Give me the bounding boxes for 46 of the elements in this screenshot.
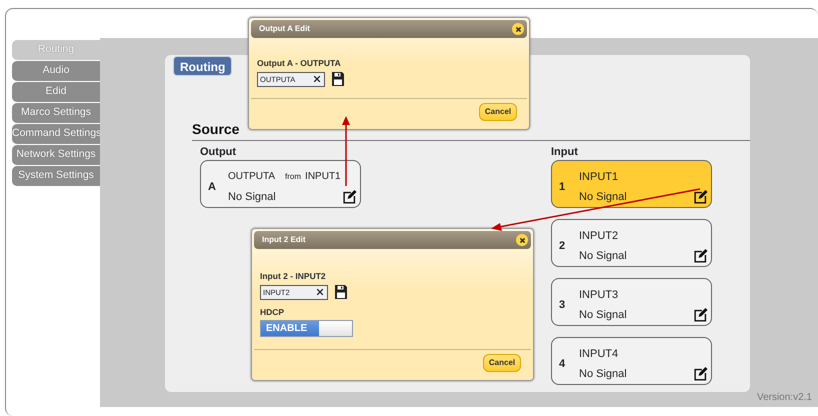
field-label: Output A - OUTPUTA [257, 58, 342, 68]
version-label: Version:v2.1 [756, 391, 812, 405]
save-icon[interactable] [334, 284, 348, 300]
column-heading: Input [551, 146, 579, 159]
hdcp-label: HDCP [260, 307, 286, 317]
signal-status: No Signal [579, 367, 627, 382]
input-card[interactable]: 4 INPUT4 No Signal [551, 337, 712, 385]
field-label: Input 2 - INPUT2 [260, 271, 327, 281]
section-title: Source [192, 120, 240, 138]
input-name: INPUT3 [579, 288, 618, 303]
input-number: 1 [559, 180, 566, 195]
input-name: INPUT1 [579, 170, 618, 185]
signal-status: No Signal [579, 308, 627, 323]
edit-icon[interactable] [693, 366, 708, 381]
input-card[interactable]: 3 INPUT3 No Signal [551, 278, 712, 326]
input-name: INPUT4 [579, 347, 618, 362]
input-name: INPUT2 [579, 229, 618, 244]
output-letter: A [208, 180, 216, 195]
cancel-button[interactable]: Cancel [483, 354, 521, 372]
dialog-title: Output A Edit [259, 23, 310, 35]
signal-status: No Signal [579, 249, 627, 264]
from-label: from [285, 172, 302, 181]
edit-icon[interactable] [693, 248, 708, 263]
input-number: 3 [559, 298, 566, 313]
clear-icon[interactable] [313, 75, 321, 83]
input-number: 2 [559, 239, 566, 254]
dialog-title: Input 2 Edit [262, 234, 306, 246]
clear-icon[interactable] [316, 288, 324, 296]
close-icon[interactable] [514, 26, 522, 32]
source-name: INPUT1 [305, 171, 341, 182]
close-icon[interactable] [518, 236, 526, 244]
cancel-button[interactable]: Cancel [479, 103, 517, 121]
input-card[interactable]: 1 INPUT1 No Signal [551, 160, 712, 208]
column-heading: Output [200, 146, 238, 159]
input-number: 4 [559, 357, 566, 372]
close-button[interactable] [512, 23, 524, 35]
edit-icon[interactable] [693, 307, 708, 322]
signal-status: No Signal [579, 190, 627, 205]
edit-icon[interactable] [693, 189, 708, 204]
edit-icon[interactable] [342, 189, 357, 204]
arrow [342, 116, 350, 186]
output-name: OUTPUTA [228, 171, 276, 182]
save-icon[interactable] [331, 71, 345, 87]
signal-status: No Signal [228, 190, 276, 205]
input-card[interactable]: 2 INPUT2 No Signal [551, 219, 712, 267]
close-button[interactable] [516, 234, 528, 246]
